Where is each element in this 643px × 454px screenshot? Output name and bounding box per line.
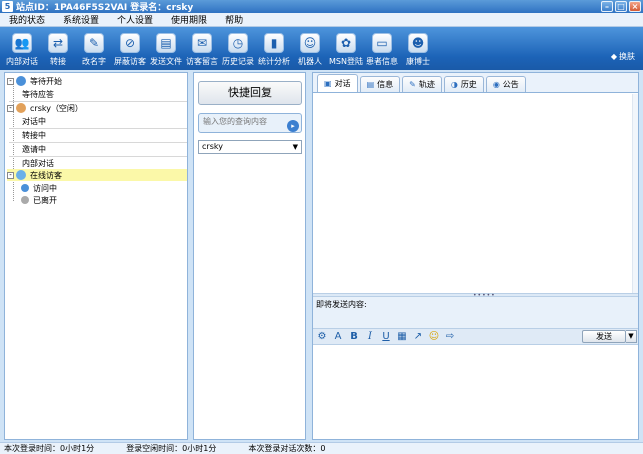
toolbar: 👥 内部对话 ⇄ 转接 ✎ 改名字 ⊘ 屏蔽访客 ▤ 发送文件 ✉ 访客留言 ◷ 历史记录 ▮… (0, 27, 643, 70)
stats-icon: ▮ (264, 33, 284, 53)
conversation-scrollbar[interactable] (632, 94, 638, 293)
menu-bar: 我的状态 系统设置 个人设置 使用期限 帮助 (0, 13, 643, 27)
message-input[interactable] (313, 345, 638, 439)
idle-time: 登录空闲时间：0小时1分 (126, 444, 217, 453)
history-icon: ◑ (450, 80, 458, 89)
login-time: 本次登录时间：0小时1分 (4, 444, 95, 453)
collapse-icon[interactable]: - (7, 77, 14, 85)
screenshot-icon[interactable]: ⇨ (444, 331, 456, 342)
tree-node-online-visitors[interactable]: - 在线访客 (7, 169, 187, 181)
window-title: 站点ID：1PA46F5S2VAI 登录名：crsky (16, 3, 194, 13)
notice-icon: ◉ (492, 80, 500, 89)
msn-icon: ✿ (336, 33, 356, 53)
underline-icon[interactable]: U (380, 331, 392, 342)
robot-icon: ☺ (300, 33, 320, 53)
quick-reply-panel: 快捷回复 输入您的查询内容 ▸ crsky ▼ (193, 72, 306, 440)
maximize-icon[interactable]: □ (615, 1, 627, 12)
globe-icon (16, 76, 26, 86)
menu-help[interactable]: 帮助 (216, 13, 252, 26)
link-icon[interactable]: ↗ (412, 331, 424, 342)
conversation-area[interactable] (313, 94, 638, 293)
menu-system-settings[interactable]: 系统设置 (54, 13, 108, 26)
visitor-icon (21, 196, 29, 204)
collapse-icon[interactable]: - (7, 104, 14, 112)
visitor-tree-panel: - 等待开始 等待应答 - crsky（空闲） 对话中 转接中 邀请中 内部对话… (4, 72, 188, 440)
transfer-button[interactable]: ⇄ 转接 (40, 27, 76, 70)
tab-track[interactable]: ✎ 轨迹 (402, 76, 442, 92)
file-icon: ▤ (156, 33, 176, 53)
pending-content-area: 即将发送内容: (313, 297, 638, 329)
italic-icon[interactable]: I (364, 331, 376, 342)
patient-info-button[interactable]: ▭ 患者信息 (364, 27, 400, 70)
transfer-icon: ⇄ (48, 33, 68, 53)
visitors-icon (16, 170, 26, 180)
emoji-icon[interactable]: ☺ (428, 331, 440, 342)
tree-node-internal-chat[interactable]: 内部对话 (21, 157, 55, 169)
track-icon: ✎ (409, 80, 416, 89)
bold-icon[interactable]: B (348, 331, 360, 342)
menu-my-status[interactable]: 我的状态 (0, 13, 54, 26)
tree-node-waiting[interactable]: - 等待开始 (7, 75, 63, 87)
book-icon: ▭ (372, 33, 392, 53)
history-button[interactable]: ◷ 历史记录 (220, 27, 256, 70)
rename-icon: ✎ (84, 33, 104, 53)
font-icon[interactable]: A (332, 331, 344, 342)
tree-node-left[interactable]: 已离开 (21, 194, 58, 206)
collapse-icon[interactable]: - (7, 171, 14, 179)
menu-usage-period[interactable]: 使用期限 (162, 13, 216, 26)
block-icon: ⊘ (120, 33, 140, 53)
send-button[interactable]: 发送 (582, 330, 626, 343)
chat-icon: ▣ (324, 79, 332, 88)
internal-chat-button[interactable]: 👥 内部对话 (4, 27, 40, 70)
doctor-icon: ☻ (408, 33, 428, 53)
message-icon: ✉ (192, 33, 212, 53)
quick-reply-button[interactable]: 快捷回复 (198, 81, 302, 105)
tab-notice[interactable]: ◉ 公告 (485, 76, 526, 92)
user-icon (16, 103, 26, 113)
rename-button[interactable]: ✎ 改名字 (76, 27, 112, 70)
agent-select[interactable]: crsky ▼ (198, 140, 302, 154)
visitor-message-button[interactable]: ✉ 访客留言 (184, 27, 220, 70)
format-toolbar: ⚙ A B I U ▦ ↗ ☺ ⇨ 发送 ▼ (313, 329, 638, 345)
status-bar: 本次登录时间：0小时1分 登录空闲时间：0小时1分 本次登录对话次数：0 (0, 442, 643, 454)
people-icon: 👥 (12, 33, 32, 53)
doctor-button[interactable]: ☻ 康博士 (400, 27, 436, 70)
stats-button[interactable]: ▮ 统计分析 (256, 27, 292, 70)
search-icon[interactable]: ▸ (287, 120, 299, 132)
minimize-icon[interactable]: – (601, 1, 613, 12)
menu-personal-settings[interactable]: 个人设置 (108, 13, 162, 26)
chat-panel: ▣ 对话 ▤ 信息 ✎ 轨迹 ◑ 历史 ◉ 公告 ••••• 即将发送内容: ⚙ A B … (312, 72, 639, 440)
title-bar: 5 站点ID：1PA46F5S2VAI 登录名：crsky – □ × (0, 0, 643, 13)
tree-node-user[interactable]: - crsky（空闲） (7, 102, 84, 114)
msn-login-button[interactable]: ✿ MSN登陆 (328, 27, 364, 70)
skin-button[interactable]: ◆ 换肤 (611, 51, 635, 62)
robot-button[interactable]: ☺ 机器人 (292, 27, 328, 70)
app-icon: 5 (2, 1, 13, 12)
tree-node-visiting[interactable]: 访问中 (21, 182, 58, 194)
tab-bar: ▣ 对话 ▤ 信息 ✎ 轨迹 ◑ 历史 ◉ 公告 (313, 73, 638, 93)
skin-icon: ◆ (610, 52, 617, 61)
font-settings-icon[interactable]: ⚙ (316, 331, 328, 342)
info-icon: ▤ (366, 80, 375, 89)
tab-history[interactable]: ◑ 历史 (443, 76, 484, 92)
tab-info[interactable]: ▤ 信息 (359, 76, 401, 92)
chevron-down-icon: ▼ (292, 143, 298, 151)
tree-node-waiting-answer[interactable]: 等待应答 (21, 88, 55, 100)
history-icon: ◷ (228, 33, 248, 53)
color-icon[interactable]: ▦ (396, 331, 408, 342)
close-icon[interactable]: × (629, 1, 641, 12)
tree-node-inviting[interactable]: 邀请中 (21, 143, 47, 155)
tab-chat[interactable]: ▣ 对话 (317, 74, 358, 92)
block-visitor-button[interactable]: ⊘ 屏蔽访客 (112, 27, 148, 70)
send-file-button[interactable]: ▤ 发送文件 (148, 27, 184, 70)
tree-node-transferring[interactable]: 转接中 (21, 129, 47, 141)
chat-count: 本次登录对话次数：0 (248, 444, 326, 453)
tree-node-chatting[interactable]: 对话中 (21, 115, 47, 127)
visitor-icon (21, 184, 29, 192)
send-options-chevron-down-icon[interactable]: ▼ (626, 330, 637, 343)
window-controls: – □ × (601, 1, 641, 12)
